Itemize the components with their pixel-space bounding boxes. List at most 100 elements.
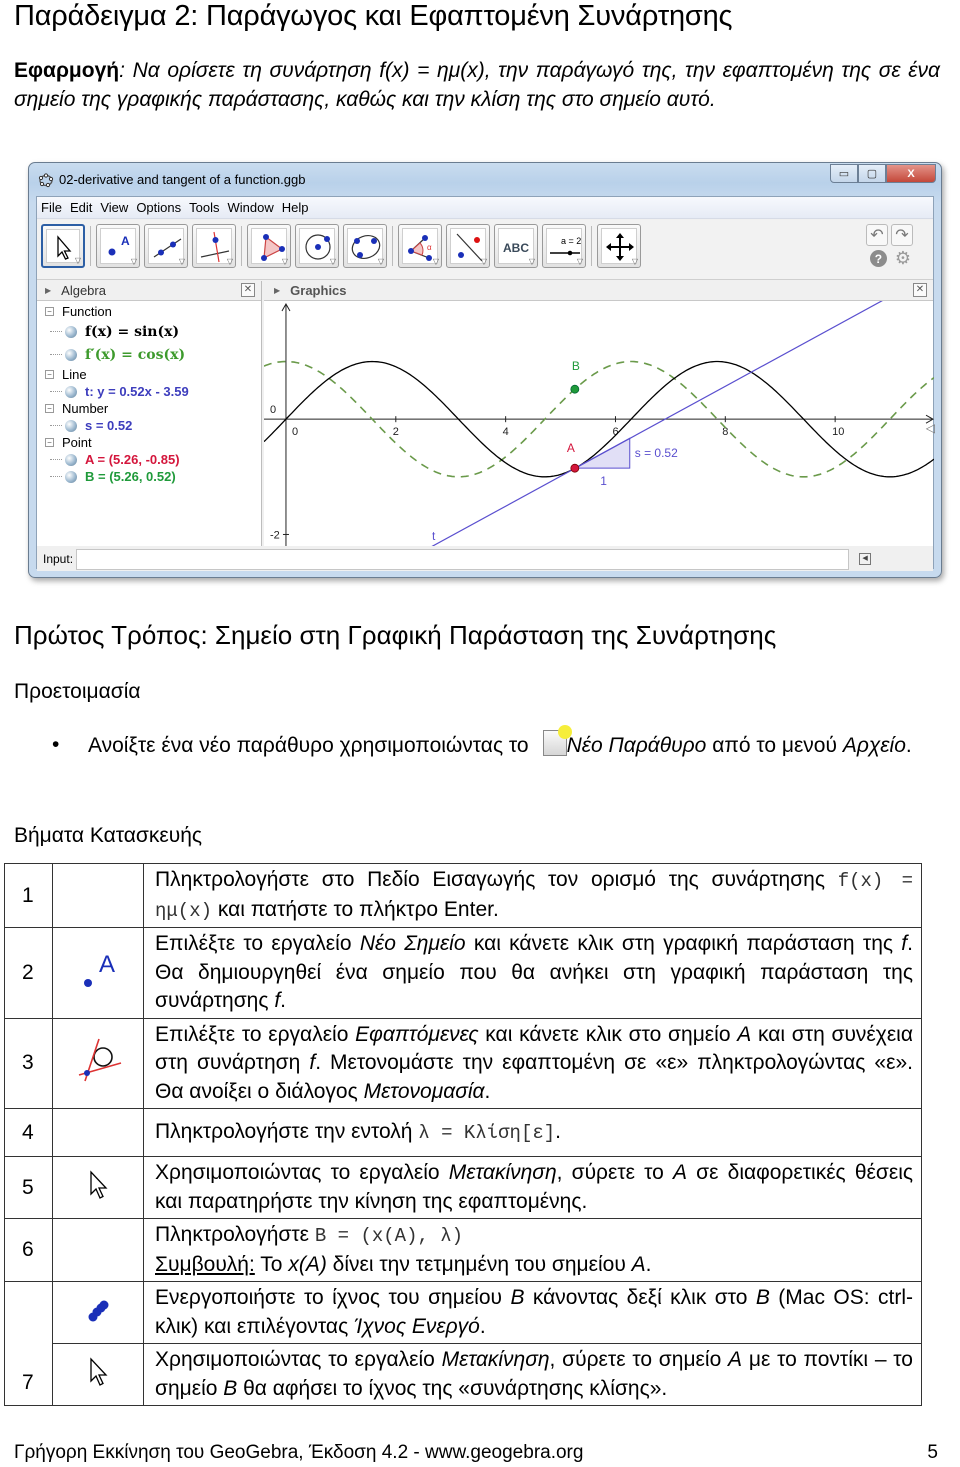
graphics-title: Graphics [290,283,347,298]
tangent-label: t [432,529,436,543]
visibility-toggle-icon[interactable] [65,453,77,466]
graphics-canvas[interactable]: 0 2 4 6 8 100-2s = 0.521tAB [264,301,934,546]
visibility-toggle-icon[interactable] [65,385,77,398]
x-tick-label: 0 [292,426,298,438]
algebra-object[interactable]: f(x) = sin(x) [50,320,261,343]
conic-tool-button[interactable]: ▽ [343,224,387,268]
category-label: Line [62,367,87,382]
collapse-minus-icon[interactable]: − [45,404,54,413]
object-definition: B = (5.26, 0.52) [85,469,176,484]
collapse-triangle-icon[interactable]: ▶ [45,286,51,295]
menu-view[interactable]: View [100,200,128,215]
svg-text:α: α [427,243,432,252]
text-tool-button[interactable]: ABC ▽ [494,224,538,268]
redo-icon[interactable]: ↷ [891,224,913,246]
object-definition: f′(x) = cos(x) [85,346,186,363]
menu-tools[interactable]: Tools [189,200,219,215]
algebra-title: Algebra [61,283,106,298]
input-help-icon[interactable]: ◀ [859,553,872,565]
object-definition: s = 0.52 [85,418,133,433]
algebra-category[interactable]: − Function [45,303,261,320]
collapse-minus-icon[interactable]: − [45,370,54,379]
move-tool-button[interactable]: ▽ [41,224,85,268]
geogebra-logo-icon [38,173,54,188]
window-controls: ▭ ▢ X [830,164,936,183]
step-icon-cell: A [52,927,144,1019]
new-point-icon: A [84,951,115,987]
visibility-toggle-icon[interactable] [65,325,77,338]
algebra-tree: − Function f(x) = sin(x) f′(x) = cos(x) − Lin… [37,301,261,485]
line-tool-button[interactable]: ▽ [144,224,188,268]
point-B-label: B [572,359,580,373]
category-label: Function [62,304,112,319]
visibility-toggle-icon[interactable] [65,419,77,432]
input-bar: Input: ◀ [37,547,933,571]
table-row: 2 A Επιλέξτε το εργαλείο Νέο Σημείο και … [4,927,922,1019]
reflect-tool-button[interactable]: ▽ [446,224,490,268]
slope-triangle [574,437,631,469]
algebra-category[interactable]: − Point [45,434,261,451]
graphics-view: ▶ Graphics ✕ 0 2 4 6 8 10 0 -2 s = 0.52 1 t A B ◁ [264,281,935,546]
style-bar-toggle-icon[interactable]: ◁ [926,421,935,435]
input-field[interactable] [76,548,850,570]
menu-bar: File Edit View Options Tools Window Help [37,197,933,219]
menu-file[interactable]: File [41,200,62,215]
category-label: Number [62,401,109,416]
step-number: 6 [4,1218,53,1282]
algebra-object[interactable]: B = (5.26, 0.52) [50,468,261,485]
angle-tool-button[interactable]: α ▽ [398,224,442,268]
point-A-label: A [567,441,575,455]
algebra-category[interactable]: − Line [45,366,261,383]
circle-tool-button[interactable]: ▽ [295,224,339,268]
menu-window[interactable]: Window [227,200,273,215]
algebra-object[interactable]: f′(x) = cos(x) [50,343,261,366]
algebra-object[interactable]: s = 0.52 [50,417,261,434]
step-icon-cell [52,1156,144,1219]
graphics-header: ▶ Graphics ✕ [264,281,933,301]
algebra-object[interactable]: t: y = 0.52x - 3.59 [50,383,261,400]
collapse-triangle-icon[interactable]: ▶ [274,286,280,295]
close-button[interactable]: X [886,164,936,183]
visibility-toggle-icon[interactable] [65,348,77,361]
move-graphics-tool-button[interactable]: ▽ [597,224,641,268]
tangent-line [431,301,883,546]
close-view-icon[interactable]: ✕ [913,283,927,297]
maximize-button[interactable]: ▢ [858,164,886,183]
slider-tool-button[interactable]: a = 2 ▽ [542,224,586,268]
intro-label: Εφαρμογή [14,59,120,82]
help-icon[interactable]: ? [869,250,887,267]
page-number: 5 [927,1442,938,1463]
y-tick-label: -2 [270,529,280,541]
tangent-tool-icon [78,1038,122,1082]
undo-icon[interactable]: ↶ [866,224,888,246]
table-row: 6 Πληκτρολογήστε B = (x(A), λ) Συμβουλή: … [4,1218,922,1282]
trace-on-icon [88,1300,109,1321]
menu-options[interactable]: Options [136,200,181,215]
menu-help[interactable]: Help [282,200,309,215]
undo-redo-group: ↶ ↷ [866,224,913,246]
object-definition: t: y = 0.52x - 3.59 [85,384,189,399]
y-tick-label: 0 [270,404,276,416]
intro-paragraph: Εφαρμογή: Να ορίσετε τη συνάρτηση f(x) =… [14,56,940,114]
table-row: 3 Επιλέξτε το εργαλείο Εφαπτόμενες και κ… [4,1017,922,1109]
visibility-toggle-icon[interactable] [65,470,77,483]
help-settings-group: ? ⚙ [869,249,911,267]
close-view-icon[interactable]: ✕ [241,283,255,297]
minimize-button[interactable]: ▭ [830,164,858,183]
table-row: 7 Ενεργοποιήστε το ίχνος του σημείου B κ… [4,1281,922,1406]
step-icon-cell [52,863,144,928]
polygon-tool-button[interactable]: ▽ [247,224,291,268]
step-icon-cell [52,1108,144,1157]
menu-edit[interactable]: Edit [70,200,92,215]
collapse-minus-icon[interactable]: − [45,307,54,316]
perpendicular-line-tool-button[interactable]: ▽ [192,224,236,268]
collapse-minus-icon[interactable]: − [45,438,54,447]
algebra-category[interactable]: − Number [45,400,261,417]
new-window-label: Νέο Παράθυρο [566,734,707,757]
new-point-tool-button[interactable]: A ▽ [96,224,140,268]
steps-heading: Βήματα Κατασκευής [14,824,203,847]
step-icon-cell [52,1281,144,1344]
algebra-object[interactable]: A = (5.26, -0.85) [50,451,261,468]
gear-icon[interactable]: ⚙ [895,249,911,267]
object-definition: A = (5.26, -0.85) [85,452,180,467]
